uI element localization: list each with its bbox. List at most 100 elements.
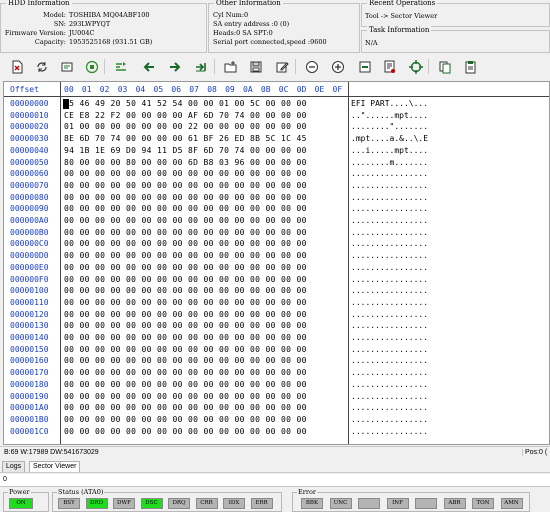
- row-offset: 000000B0: [10, 227, 49, 237]
- row-ascii[interactable]: ................: [351, 332, 428, 344]
- row-ascii[interactable]: ................: [351, 414, 428, 426]
- row-hex-bytes[interactable]: 00 00 00 00 00 00 00 00 00 00 00 00 00 0…: [64, 250, 307, 262]
- ata-status-group: Status (ATA0) BSY DRD DWF DSC DRQ CRR IDX ERR: [52, 488, 282, 512]
- row-ascii[interactable]: ................: [351, 274, 428, 286]
- minus-icon[interactable]: [303, 58, 320, 75]
- row-hex-bytes[interactable]: 80 00 00 00 80 00 00 00 6D B8 03 96 00 0…: [64, 157, 307, 169]
- row-hex-bytes[interactable]: 00 00 00 00 00 00 00 00 00 00 00 00 00 0…: [64, 238, 307, 250]
- last-icon[interactable]: [192, 58, 209, 75]
- row-ascii[interactable]: .mpt....a.&..\.E: [351, 133, 428, 145]
- row-ascii[interactable]: ...i.....mpt....: [351, 145, 428, 157]
- column-header: 09: [225, 85, 235, 94]
- paste-icon[interactable]: [462, 58, 479, 75]
- row-ascii[interactable]: ................: [351, 320, 428, 332]
- row-ascii[interactable]: ........".......: [351, 121, 428, 133]
- error-led: BBK: [301, 498, 323, 509]
- toolbar: [0, 56, 550, 78]
- row-hex-bytes[interactable]: CE E8 22 F2 00 00 00 00 AF 6D 70 74 00 0…: [64, 110, 307, 122]
- row-ascii[interactable]: ................: [351, 180, 428, 192]
- row-offset: 00000140: [10, 333, 49, 342]
- row-ascii[interactable]: ................: [351, 215, 428, 227]
- hex-viewer[interactable]: Offset 00 01 02 03 04 05 06 07 08 09 0A 0B 0C 0D 0E 0F …: [3, 81, 550, 445]
- refresh-icon[interactable]: [33, 58, 50, 75]
- row-ascii[interactable]: ................: [351, 379, 428, 391]
- new-icon[interactable]: [8, 58, 25, 75]
- tab-logs[interactable]: Logs: [2, 461, 26, 472]
- row-hex-bytes[interactable]: 00 00 00 00 00 00 00 00 00 00 00 00 00 0…: [64, 262, 307, 274]
- row-offset: 000000A0: [10, 216, 49, 225]
- row-hex-bytes[interactable]: 00 00 00 00 00 00 00 00 00 00 00 00 00 0…: [64, 285, 307, 297]
- row-hex-bytes[interactable]: 00 00 00 00 00 00 00 00 00 00 00 00 00 0…: [64, 227, 307, 239]
- row-offset: 00000120: [10, 309, 49, 319]
- row-ascii[interactable]: ................: [351, 344, 428, 356]
- row-hex-bytes[interactable]: 00 00 00 00 00 00 00 00 00 00 00 00 00 0…: [64, 332, 307, 344]
- row-hex-bytes[interactable]: 45 46 49 20 50 41 52 54 00 00 01 00 5C 0…: [64, 98, 307, 110]
- row-ascii[interactable]: ................: [351, 168, 428, 180]
- row-offset: 00000050: [10, 157, 49, 167]
- row-hex-bytes[interactable]: 00 00 00 00 00 00 00 00 00 00 00 00 00 0…: [64, 367, 307, 379]
- row-hex-bytes[interactable]: 00 00 00 00 00 00 00 00 00 00 00 00 00 0…: [64, 379, 307, 391]
- row-hex-bytes[interactable]: 8E 6D 70 74 00 00 00 00 61 BF 26 ED 8B 5…: [64, 133, 307, 145]
- task-info-value: N/A: [365, 39, 378, 47]
- row-hex-bytes[interactable]: 00 00 00 00 00 00 00 00 00 00 00 00 00 0…: [64, 344, 307, 356]
- row-ascii[interactable]: ........m.......: [351, 157, 428, 169]
- row-ascii[interactable]: ................: [351, 262, 428, 274]
- row-hex-bytes[interactable]: 00 00 00 00 00 00 00 00 00 00 00 00 00 0…: [64, 297, 307, 309]
- row-ascii[interactable]: ................: [351, 250, 428, 262]
- row-hex-bytes[interactable]: 00 00 00 00 00 00 00 00 00 00 00 00 00 0…: [64, 355, 307, 367]
- ata-led: CRR: [195, 498, 218, 509]
- row-ascii[interactable]: .."......mpt....: [351, 110, 428, 122]
- save-icon[interactable]: [247, 58, 264, 75]
- tab-sector-viewer[interactable]: Sector Viewer: [29, 461, 81, 472]
- row-hex-bytes[interactable]: 00 00 00 00 00 00 00 00 00 00 00 00 00 0…: [64, 192, 307, 204]
- row-ascii[interactable]: ................: [351, 192, 428, 204]
- read-sector-icon[interactable]: [58, 58, 75, 75]
- row-hex-bytes[interactable]: 01 00 00 00 00 00 00 00 22 00 00 00 00 0…: [64, 121, 307, 133]
- row-hex-bytes[interactable]: 00 00 00 00 00 00 00 00 00 00 00 00 00 0…: [64, 320, 307, 332]
- row-ascii[interactable]: ................: [351, 238, 428, 250]
- open-icon[interactable]: [222, 58, 239, 75]
- column-header: 08: [207, 85, 217, 94]
- row-ascii[interactable]: ................: [351, 297, 428, 309]
- row-hex-bytes[interactable]: 00 00 00 00 00 00 00 00 00 00 00 00 00 0…: [64, 180, 307, 192]
- row-offset: 000000C0: [10, 239, 49, 249]
- copy-icon[interactable]: [436, 58, 453, 75]
- recent-operations-panel: Recent Operations Tool -> Sector Viewer: [361, 0, 550, 27]
- goto-icon[interactable]: [112, 58, 129, 75]
- task-info-panel: Task Information N/A: [361, 26, 550, 53]
- row-ascii[interactable]: ................: [351, 391, 428, 403]
- row-hex-bytes[interactable]: 00 00 00 00 00 00 00 00 00 00 00 00 00 0…: [64, 203, 307, 215]
- power-on-led: ON: [9, 498, 33, 509]
- row-hex-bytes[interactable]: 00 00 00 00 00 00 00 00 00 00 00 00 00 0…: [64, 168, 307, 180]
- row-ascii[interactable]: ................: [351, 285, 428, 297]
- row-hex-bytes[interactable]: 00 00 00 00 00 00 00 00 00 00 00 00 00 0…: [64, 215, 307, 227]
- stop-icon[interactable]: [83, 58, 100, 75]
- locate-icon[interactable]: [407, 58, 424, 75]
- row-hex-bytes[interactable]: 00 00 00 00 00 00 00 00 00 00 00 00 00 0…: [64, 391, 307, 403]
- row-hex-bytes[interactable]: 94 1B 1E 69 D0 94 11 D5 8F 6D 70 74 00 0…: [64, 145, 307, 157]
- row-ascii[interactable]: ................: [351, 309, 428, 321]
- row-ascii[interactable]: ................: [351, 367, 428, 379]
- row-ascii[interactable]: ................: [351, 203, 428, 215]
- row-ascii[interactable]: ................: [351, 355, 428, 367]
- edit-icon[interactable]: [273, 58, 290, 75]
- row-hex-bytes[interactable]: 00 00 00 00 00 00 00 00 00 00 00 00 00 0…: [64, 426, 307, 438]
- row-offset: 00000190: [10, 391, 49, 401]
- row-ascii[interactable]: ................: [351, 227, 428, 239]
- recent-operations-value: Tool -> Sector Viewer: [365, 12, 438, 20]
- prev-icon[interactable]: [140, 58, 157, 75]
- column-header: 07: [189, 85, 199, 94]
- row-hex-bytes[interactable]: 00 00 00 00 00 00 00 00 00 00 00 00 00 0…: [64, 414, 307, 426]
- row-offset: 000001A0: [10, 403, 49, 413]
- next-icon[interactable]: [166, 58, 183, 75]
- hdd-info-title: HDD Information: [6, 0, 72, 8]
- plus-icon[interactable]: [329, 58, 346, 75]
- row-ascii[interactable]: ................: [351, 426, 428, 438]
- row-hex-bytes[interactable]: 00 00 00 00 00 00 00 00 00 00 00 00 00 0…: [64, 402, 307, 414]
- row-hex-bytes[interactable]: 00 00 00 00 00 00 00 00 00 00 00 00 00 0…: [64, 274, 307, 286]
- row-ascii[interactable]: EFI PART....\...: [351, 98, 428, 110]
- row-hex-bytes[interactable]: 00 00 00 00 00 00 00 00 00 00 00 00 00 0…: [64, 309, 307, 321]
- select-icon[interactable]: [356, 58, 373, 75]
- row-ascii[interactable]: ................: [351, 402, 428, 414]
- report-icon[interactable]: [381, 58, 398, 75]
